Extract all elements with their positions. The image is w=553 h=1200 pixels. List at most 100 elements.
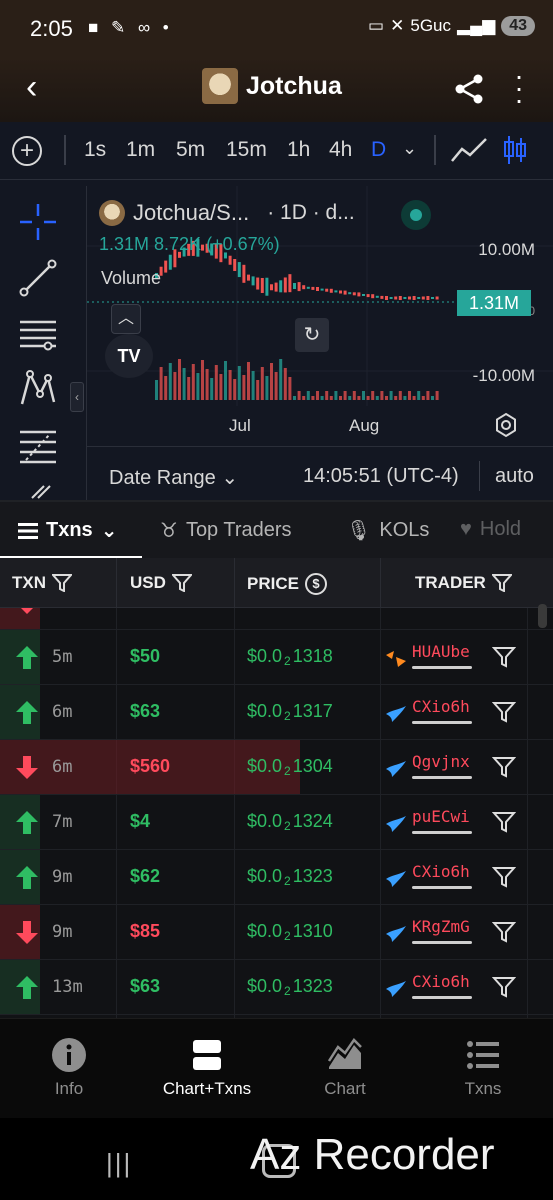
- interval-dropdown-icon[interactable]: ⌄: [402, 138, 417, 159]
- measure-icon[interactable]: [18, 478, 58, 500]
- trader-address[interactable]: puECwi: [412, 807, 470, 826]
- filter-icon[interactable]: [491, 574, 512, 592]
- price-digits: 1324: [292, 811, 333, 831]
- trader-underline: [412, 666, 472, 669]
- txn-price: $0.0 2 1323: [247, 976, 333, 998]
- scrollbar[interactable]: [538, 604, 547, 628]
- interval-5m[interactable]: 5m: [176, 138, 205, 162]
- table-row[interactable]: 6m $560 $0.0 2 1304 Qgvjnx: [0, 740, 553, 795]
- trader-underline: [412, 996, 472, 999]
- candle: [164, 260, 168, 273]
- tab-holders[interactable]: ♥ Hold: [460, 518, 521, 541]
- table-row[interactable]: [0, 608, 553, 630]
- trader-address[interactable]: CXio6h: [412, 697, 470, 716]
- reset-chart-button[interactable]: ↻: [295, 318, 329, 352]
- candle: [339, 290, 342, 294]
- filter-icon[interactable]: [171, 574, 192, 592]
- volume-bar: [329, 396, 333, 400]
- filter-icon[interactable]: [492, 975, 516, 999]
- crosshair-icon[interactable]: [18, 202, 58, 242]
- recents-icon[interactable]: |||: [106, 1148, 132, 1179]
- column-price[interactable]: PRICE $: [247, 573, 327, 595]
- buy-arrow-icon: [16, 976, 38, 999]
- column-trader[interactable]: TRADER: [415, 573, 512, 593]
- collapse-toolbar-button[interactable]: ‹: [70, 382, 84, 412]
- interval-15m[interactable]: 15m: [226, 138, 267, 162]
- volume-bar: [435, 391, 439, 400]
- trader-address[interactable]: CXio6h: [412, 862, 470, 881]
- filter-icon[interactable]: [492, 810, 516, 834]
- trader-address[interactable]: CXio6h: [412, 972, 470, 991]
- candle: [311, 286, 315, 290]
- currency-toggle-icon[interactable]: $: [304, 573, 327, 595]
- candle: [334, 290, 338, 293]
- back-button[interactable]: ‹: [26, 68, 37, 107]
- filter-icon[interactable]: [492, 700, 516, 724]
- pattern-icon[interactable]: [18, 368, 58, 408]
- table-row[interactable]: 13m $63 $0.0 2 1323 CXio6h: [0, 960, 553, 1015]
- tab-kols[interactable]: 🎙 KOLs: [346, 518, 429, 543]
- txn-usd: $63: [130, 976, 161, 996]
- column-txn[interactable]: TXN: [12, 573, 72, 593]
- symbol-legend[interactable]: Jotchua/S... · 1D · d...: [99, 200, 355, 226]
- interval-1s[interactable]: 1s: [84, 138, 106, 162]
- column-usd[interactable]: USD: [130, 573, 192, 593]
- chart-panel[interactable]: Jotchua/S... · 1D · d... 1.31M 8.72K (+0…: [86, 186, 553, 500]
- auto-scale-toggle[interactable]: auto: [495, 465, 534, 488]
- toolbar-divider: [434, 135, 436, 165]
- filter-icon[interactable]: [52, 574, 72, 592]
- filter-icon[interactable]: [492, 755, 516, 779]
- tab-top-traders[interactable]: ♉ Top Traders: [160, 518, 292, 543]
- table-row[interactable]: 9m $62 $0.0 2 1323 CXio6h: [0, 850, 553, 905]
- table-row[interactable]: 7m $4 $0.0 2 1324 puECwi: [0, 795, 553, 850]
- volume-bar: [371, 391, 375, 400]
- volume-bar: [366, 396, 370, 400]
- table-row[interactable]: 9m $85 $0.0 2 1310 KRgZmG: [0, 905, 553, 960]
- price-prefix: $0.0: [247, 701, 283, 721]
- area-chart-icon: [327, 1038, 362, 1069]
- filter-icon[interactable]: [492, 645, 516, 669]
- parallel-channel-icon[interactable]: [18, 314, 58, 354]
- nav-chart-txns[interactable]: Chart+Txns: [147, 1037, 267, 1099]
- fib-retracement-icon[interactable]: [18, 426, 58, 466]
- interval-1h[interactable]: 1h: [287, 138, 310, 162]
- interval-d[interactable]: D: [371, 138, 386, 162]
- filter-icon[interactable]: [492, 920, 516, 944]
- table-row[interactable]: 5m $50 $0.0 2 1318 HUAUbe: [0, 630, 553, 685]
- date-range-dropdown[interactable]: Date Range ⌄: [109, 465, 238, 490]
- trend-line-icon[interactable]: [18, 258, 58, 298]
- table-row[interactable]: 6m $63 $0.0 2 1317 CXio6h: [0, 685, 553, 740]
- nav-txns[interactable]: Txns: [423, 1037, 543, 1099]
- tradingview-logo[interactable]: TV: [105, 334, 153, 378]
- trader-address[interactable]: Qgvjnx: [412, 752, 470, 771]
- buy-arrow-icon: [16, 811, 38, 834]
- volume-bar: [375, 396, 379, 400]
- divider: [479, 461, 480, 491]
- dex-icon: [386, 926, 406, 942]
- price-axis-label: -10.00M: [472, 366, 535, 385]
- more-options-icon[interactable]: · · ·: [512, 62, 526, 114]
- filter-icon[interactable]: [492, 865, 516, 889]
- add-indicator-button[interactable]: +: [12, 136, 42, 166]
- tab-txns[interactable]: Txns ⌄: [18, 518, 117, 543]
- chart-clock[interactable]: 14:05:51 (UTC-4): [303, 465, 459, 488]
- nav-info[interactable]: Info: [9, 1037, 129, 1099]
- line-chart-icon[interactable]: [450, 135, 488, 165]
- interval-4h[interactable]: 4h: [329, 138, 352, 162]
- candle: [352, 292, 356, 296]
- split-view-icon: [193, 1040, 221, 1070]
- trader-address[interactable]: KRgZmG: [412, 917, 470, 936]
- expand-legend-button[interactable]: ︿: [111, 304, 141, 334]
- volume-bar: [173, 372, 177, 400]
- date-range-label: Date Range: [109, 467, 216, 489]
- candlestick-icon[interactable]: [502, 134, 528, 166]
- candle: [270, 284, 273, 291]
- interval-1m[interactable]: 1m: [126, 138, 155, 162]
- chart-settings-icon[interactable]: [493, 412, 519, 438]
- volume-bar: [191, 364, 195, 400]
- buy-arrow-icon: [16, 866, 38, 889]
- nav-chart[interactable]: Chart: [285, 1037, 405, 1099]
- share-icon[interactable]: [452, 72, 486, 106]
- trader-address[interactable]: HUAUbe: [412, 642, 470, 661]
- price-zero-count: 2: [284, 764, 291, 778]
